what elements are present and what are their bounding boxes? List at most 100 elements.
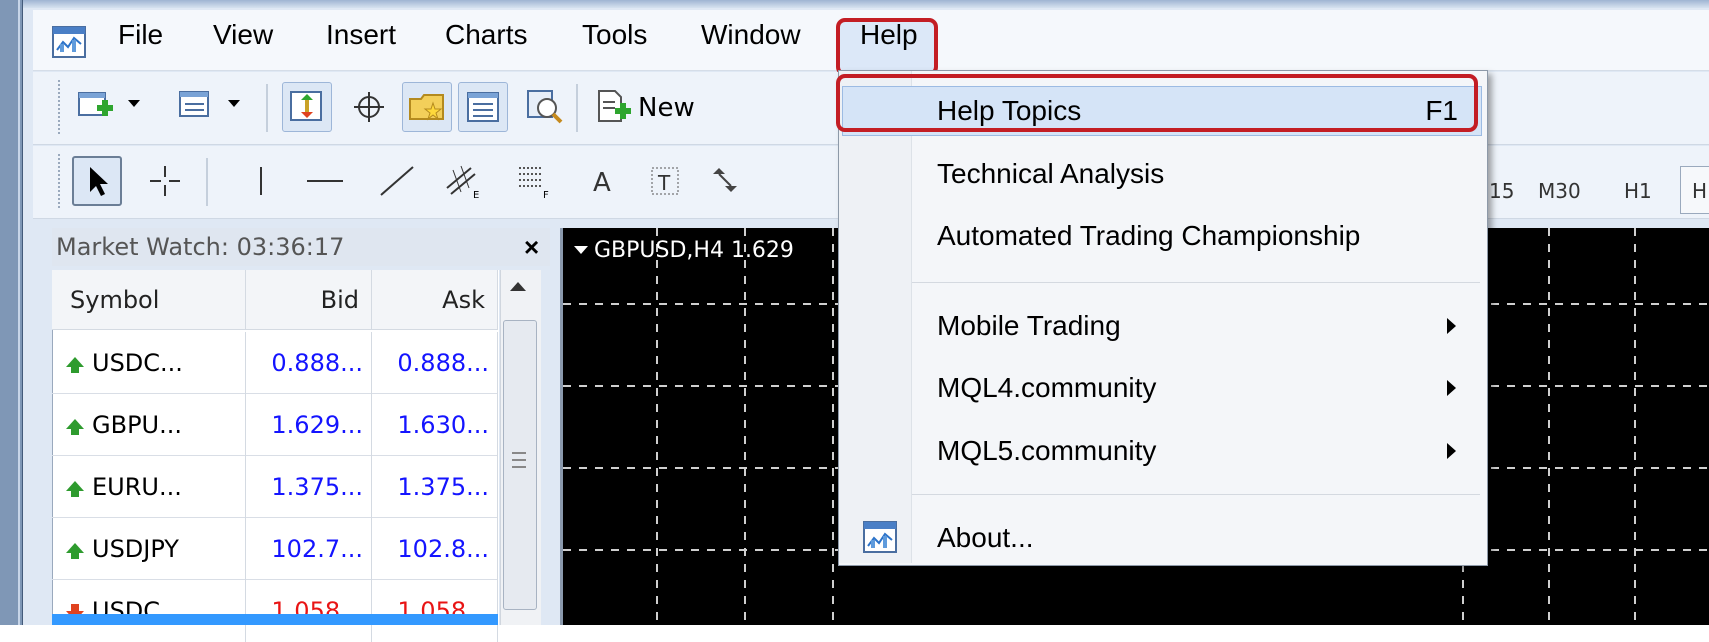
symbol-name: EURU... [92, 473, 182, 501]
chart-collapse-icon[interactable] [574, 246, 588, 254]
price-up-icon [66, 481, 84, 497]
menu-item-label: MQL5.community [937, 435, 1157, 466]
menu-item-shortcut: F1 [1425, 95, 1458, 126]
svg-text:F: F [543, 190, 549, 200]
symbol-name: USDJPY [92, 535, 179, 563]
text-tool-icon[interactable]: A [578, 156, 628, 206]
window-top-edge [0, 0, 1709, 8]
symbol-cell: USDC... [52, 580, 246, 642]
symbol-cell: EURU... [52, 456, 246, 518]
toolbar-separator [266, 84, 268, 132]
price-up-icon [66, 419, 84, 435]
crosshair-icon[interactable] [344, 82, 394, 132]
menu-item-label: Help Topics [937, 95, 1082, 126]
bid-cell: 0.888... [246, 332, 372, 394]
menu-window[interactable]: Window [701, 18, 801, 52]
profiles-icon[interactable] [172, 82, 222, 132]
toolbar-grip[interactable] [58, 80, 66, 134]
menu-separator [912, 494, 1480, 495]
crosshair-cursor-icon[interactable] [140, 156, 190, 206]
window-left-edge-inner [18, 0, 20, 625]
price-up-icon [66, 357, 84, 373]
new-order-label[interactable]: New [638, 92, 695, 124]
new-order-icon[interactable] [590, 82, 640, 132]
menu-view[interactable]: View [213, 18, 273, 52]
market-watch-toggle-icon[interactable] [282, 82, 332, 132]
menu-item-technical-analysis[interactable]: Technical Analysis [838, 150, 1486, 210]
symbol-name: USDC... [92, 349, 183, 377]
menu-item-label: Mobile Trading [937, 310, 1121, 341]
svg-text:T: T [657, 171, 671, 195]
menu-item-label: Technical Analysis [937, 158, 1165, 189]
column-header-symbol[interactable]: Symbol [52, 270, 246, 330]
fibonacci-retracement-icon[interactable]: F [508, 156, 558, 206]
bid-cell: 1.375... [246, 456, 372, 518]
scroll-up-icon[interactable] [510, 282, 526, 291]
column-header-ask[interactable]: Ask [372, 270, 498, 330]
symbol-cell: GBPU... [52, 394, 246, 456]
menu-item-label: About... [937, 522, 1034, 553]
scroll-grip-line [512, 459, 526, 461]
column-header-bid[interactable]: Bid [246, 270, 372, 330]
table-row[interactable]: GBPU... 1.629... 1.630... [52, 394, 498, 456]
vertical-line-icon[interactable] [236, 156, 286, 206]
cursor-arrow-icon[interactable] [72, 156, 122, 206]
app-icon[interactable] [52, 26, 86, 58]
terminal-icon[interactable] [458, 82, 508, 132]
menu-item-mobile-trading[interactable]: Mobile Trading [838, 302, 1486, 362]
menu-item-mql4-community[interactable]: MQL4.community [838, 364, 1486, 424]
selected-row[interactable] [52, 614, 498, 625]
about-app-icon [863, 521, 897, 553]
text-label-icon[interactable]: T [640, 156, 690, 206]
equidistant-channel-icon[interactable]: E [438, 156, 488, 206]
menu-insert[interactable]: Insert [326, 18, 396, 52]
table-row[interactable]: EURU... 1.375... 1.375... [52, 456, 498, 518]
menu-item-help-topics[interactable]: Help Topics F1 [838, 86, 1486, 146]
timeframe-m15[interactable]: 15 [1489, 176, 1514, 206]
navigator-icon[interactable] [402, 82, 452, 132]
table-row[interactable]: USDJPY 102.7... 102.8... [52, 518, 498, 580]
new-chart-icon[interactable] [72, 82, 122, 132]
svg-text:A: A [593, 168, 611, 198]
chart-title: GBPUSD,H4 1.629 [594, 238, 794, 263]
bid-cell: 1.629... [246, 394, 372, 456]
price-up-icon [66, 543, 84, 559]
submenu-arrow-icon [1447, 380, 1456, 396]
menu-item-about[interactable]: About... [838, 512, 1486, 572]
symbol-name: GBPU... [92, 411, 182, 439]
symbol-cell: USDJPY [52, 518, 246, 580]
bid-cell: 1.058... [246, 580, 372, 642]
ask-cell: 0.888... [372, 332, 498, 394]
menu-item-label: Automated Trading Championship [937, 220, 1361, 251]
submenu-arrow-icon [1447, 443, 1456, 459]
trendline-icon[interactable] [372, 156, 422, 206]
timeframe-h1[interactable]: H1 [1624, 176, 1652, 206]
symbol-cell: USDC... [52, 332, 246, 394]
bid-cell: 102.7... [246, 518, 372, 580]
timeframe-m30[interactable]: M30 [1538, 176, 1581, 206]
menu-item-label: MQL4.community [937, 372, 1157, 403]
submenu-arrow-icon [1447, 318, 1456, 334]
menu-charts[interactable]: Charts [445, 18, 527, 52]
menu-separator [912, 282, 1480, 283]
ask-cell: 1.375... [372, 456, 498, 518]
table-row[interactable]: USDC... 0.888... 0.888... [52, 332, 498, 394]
horizontal-line-icon[interactable] [300, 156, 350, 206]
close-icon[interactable]: × [524, 230, 539, 264]
market-watch-title: Market Watch: 03:36:17 [56, 233, 345, 261]
toolbar-separator [576, 84, 578, 132]
menu-file[interactable]: File [118, 18, 163, 52]
menu-tools[interactable]: Tools [582, 18, 647, 52]
arrows-icon[interactable] [700, 156, 750, 206]
strategy-tester-icon[interactable] [520, 82, 570, 132]
new-chart-dropdown-icon[interactable] [128, 100, 140, 107]
menu-item-automated-trading-championship[interactable]: Automated Trading Championship [838, 212, 1486, 272]
timeframe-h4[interactable]: H [1692, 176, 1707, 206]
toolbar-separator [206, 158, 208, 206]
svg-text:E: E [473, 190, 479, 200]
menu-help[interactable]: Help [860, 18, 918, 52]
menu-item-mql5-community[interactable]: MQL5.community [838, 427, 1486, 487]
ask-cell: 102.8... [372, 518, 498, 580]
toolbar-grip[interactable] [58, 154, 66, 208]
profiles-dropdown-icon[interactable] [228, 100, 240, 107]
